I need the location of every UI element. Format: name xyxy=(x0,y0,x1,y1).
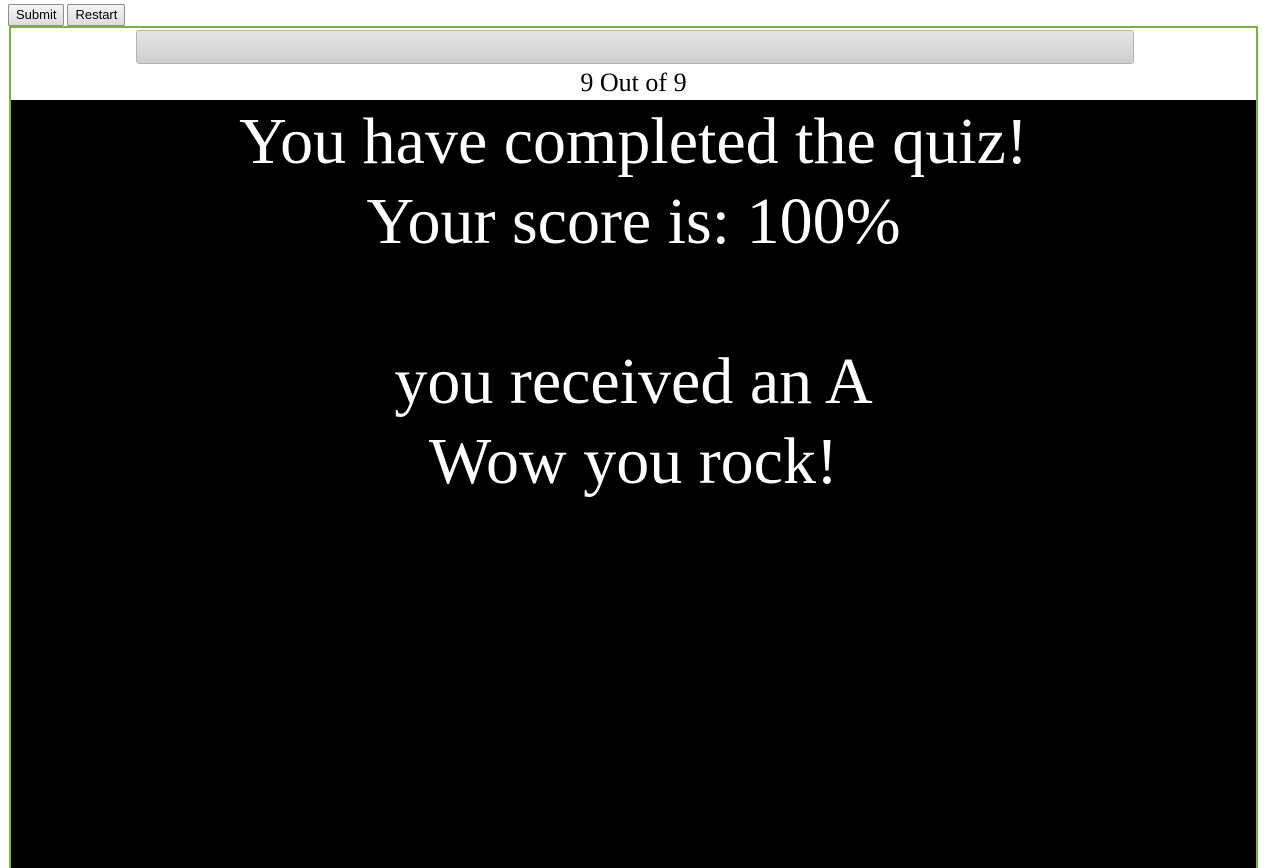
result-panel: You have completed the quiz! Your score … xyxy=(11,100,1256,868)
progress-label: 9 Out of 9 xyxy=(580,68,687,97)
submit-button[interactable]: Submit xyxy=(8,4,65,26)
progress-bar xyxy=(136,30,1134,64)
toolbar: Submit Restart xyxy=(8,4,126,26)
restart-button[interactable]: Restart xyxy=(67,4,126,26)
quiz-container: 9 Out of 9 You have completed the quiz! … xyxy=(9,26,1258,868)
progress-bar-fill xyxy=(137,31,1133,63)
score-text: Your score is: 100% xyxy=(366,185,901,258)
grade-text: you received an A xyxy=(394,345,873,418)
completion-message: You have completed the quiz! xyxy=(239,105,1028,178)
praise-message: Wow you rock! xyxy=(429,425,838,498)
